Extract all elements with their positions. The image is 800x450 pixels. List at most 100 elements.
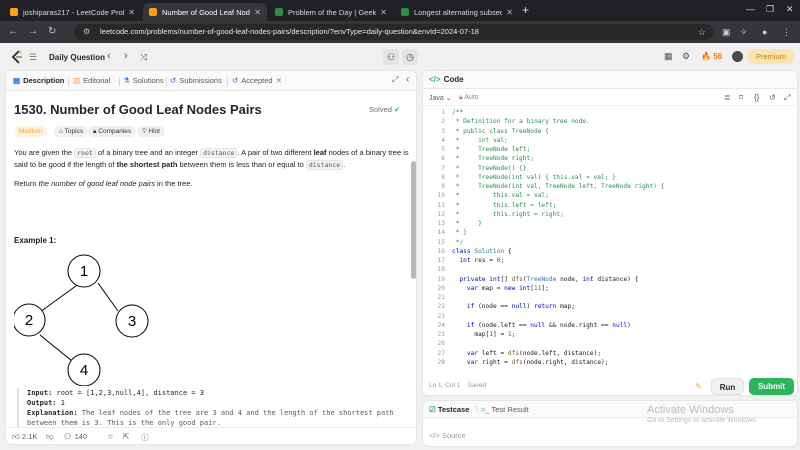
expand-icon[interactable]: ⤢ <box>392 75 398 85</box>
line-number: 23 <box>437 312 445 320</box>
reload-icon[interactable]: ↻ <box>48 26 56 37</box>
code-line: 28 var right = dfs(node.right, distance)… <box>423 358 797 367</box>
line-number: 11 <box>437 201 445 209</box>
auto-mode[interactable]: 🔒︎ Auto <box>459 94 479 102</box>
back-icon[interactable]: ← <box>8 26 18 37</box>
dislike-icon[interactable]: 👎︎ <box>46 432 54 442</box>
like-button[interactable]: 👍︎ 2.1K <box>12 432 37 442</box>
favorite-star-icon[interactable]: ☆ <box>107 432 114 441</box>
code-line: 2 * Definition for a binary tree node. <box>423 117 797 126</box>
close-tab-icon[interactable]: ✕ <box>276 76 282 85</box>
prev-problem-icon[interactable]: ‹ <box>107 50 111 62</box>
line-number: 6 <box>441 155 445 163</box>
topics-chip[interactable]: ⌂ Topics <box>54 126 89 137</box>
language-select[interactable]: Java ⌄ <box>429 94 452 102</box>
line-number: 2 <box>441 118 445 126</box>
help-icon[interactable]: ⓘ <box>141 432 149 443</box>
format-icon[interactable]: ≣ <box>724 93 731 102</box>
tab-title: Longest alternating subseque <box>414 7 503 17</box>
tab-solutions[interactable]: ⚗ Solutions <box>123 76 164 85</box>
extension-icon[interactable]: ▣ <box>722 27 731 38</box>
profile-icon[interactable]: ● <box>762 27 767 37</box>
browser-tab[interactable]: joshiparas217 - LeetCode Profil ✕ <box>4 3 141 21</box>
close-window-icon[interactable]: ✕ <box>786 4 794 15</box>
reset-icon[interactable]: ↺ <box>769 93 776 102</box>
tab-editorial[interactable]: ▥ Editorial <box>73 76 110 85</box>
forward-icon[interactable]: → <box>28 26 38 37</box>
code-line: 23 <box>423 312 797 321</box>
history-icon: ↺ <box>170 76 177 85</box>
debug-icon[interactable]: ⚇ <box>383 49 399 65</box>
browser-tab[interactable]: Number of Good Leaf Nodes P ✕ <box>143 3 267 21</box>
hint-chip[interactable]: 💡︎ Hint <box>137 126 165 137</box>
companies-chip[interactable]: 🔒︎ Companies <box>88 126 137 137</box>
url-bar[interactable]: ⚙ leetcode.com/problems/number-of-good-l… <box>74 24 714 40</box>
browser-menu-icon[interactable]: ⋮ <box>782 27 791 38</box>
notes-icon[interactable]: ✎ <box>695 382 702 391</box>
share-icon[interactable]: ⇱ <box>123 432 129 441</box>
maximize-icon[interactable]: ❐ <box>766 4 774 15</box>
close-tab-icon[interactable]: ✕ <box>128 8 135 17</box>
code-line: 16 class Solution { <box>423 247 797 256</box>
code-token: map; <box>556 303 575 311</box>
close-tab-icon[interactable]: ✕ <box>254 8 261 17</box>
code-token: * this.val = val; <box>452 192 549 200</box>
source-link[interactable]: </> Source <box>429 431 466 440</box>
close-tab-icon[interactable]: ✕ <box>380 8 387 17</box>
new-tab-button[interactable]: + <box>522 3 529 17</box>
leetcode-navbar: ☰ Daily Question ‹ › ⤨ ⚇ ◷ ▦ ⚙ 🔥 56 Prem… <box>0 43 800 71</box>
comments-button[interactable]: 💬︎ 140 <box>63 432 87 441</box>
tab-accepted[interactable]: ↺ Accepted ✕ <box>232 76 282 85</box>
code-text: * Definition for a binary tree node. <box>452 117 590 126</box>
line-number: 18 <box>437 266 445 274</box>
favicon-icon <box>149 8 157 16</box>
tab-test-result[interactable]: >_ Test Result <box>481 405 529 414</box>
minimize-icon[interactable]: — <box>746 4 755 14</box>
code-editor[interactable]: 1/** 2 * Definition for a binary tree nod… <box>423 108 797 373</box>
checkbox-icon: ☑ <box>429 405 436 414</box>
list-icon[interactable]: ☰ <box>29 52 37 63</box>
browser-tab[interactable]: Longest alternating subseque✕ <box>395 3 519 21</box>
close-tab-icon[interactable]: ✕ <box>506 8 513 17</box>
bookmark-star-icon[interactable]: ☆ <box>698 24 706 40</box>
book-icon: ▥ <box>73 76 81 85</box>
collapse-panel-icon[interactable]: ‹ <box>406 74 409 85</box>
code-token: (node.left == <box>474 321 531 329</box>
premium-button[interactable]: Premium <box>748 49 794 64</box>
line-number: 8 <box>441 173 445 181</box>
bookmark-icon[interactable]: ⌑ <box>739 93 743 102</box>
shuffle-icon[interactable]: ⤨ <box>140 52 147 63</box>
fullscreen-icon[interactable]: ⤢ <box>784 93 790 103</box>
difficulty-badge[interactable]: Medium <box>14 126 48 137</box>
run-button[interactable]: Run <box>711 378 744 395</box>
next-problem-icon[interactable]: › <box>124 50 128 62</box>
code-token: && node.right == <box>545 321 613 329</box>
tab-submissions[interactable]: ↺ Submissions <box>170 76 222 85</box>
daily-question-label[interactable]: Daily Question <box>49 53 105 62</box>
extensions-puzzle-icon[interactable]: ✧ <box>740 27 748 38</box>
code-line: 26 <box>423 339 797 348</box>
code-icon: </> <box>429 431 440 440</box>
line-number: 15 <box>437 238 445 246</box>
code-token: * TreeNode() {} <box>452 164 527 172</box>
settings-gear-icon[interactable]: ⚙ <box>682 51 690 62</box>
line-number: 7 <box>441 164 445 172</box>
code-header: </> Code <box>423 71 797 89</box>
braces-icon[interactable]: {} <box>754 93 759 102</box>
layout-icon[interactable]: ▦ <box>664 51 673 62</box>
tab-description[interactable]: ▤ Description <box>13 76 64 85</box>
tab-testcase[interactable]: ☑ Testcase <box>429 405 469 414</box>
submit-button[interactable]: Submit <box>749 378 794 395</box>
streak-counter[interactable]: 🔥 56 <box>701 52 722 61</box>
site-info-icon[interactable]: ⚙ <box>83 24 90 40</box>
terminal-icon: >_ <box>481 405 490 414</box>
timer-icon[interactable]: ◷ <box>402 49 418 65</box>
avatar[interactable] <box>732 51 743 62</box>
leetcode-logo-icon[interactable] <box>11 50 23 64</box>
browser-tab[interactable]: Problem of the Day | GeeksforG✕ <box>269 3 393 21</box>
code-token: distance) { <box>593 275 639 283</box>
scrollbar[interactable] <box>411 161 416 279</box>
fire-icon: 🔥 <box>701 52 711 61</box>
tree-node-label: 1 <box>80 263 88 280</box>
tree-node-label: 2 <box>25 312 33 329</box>
